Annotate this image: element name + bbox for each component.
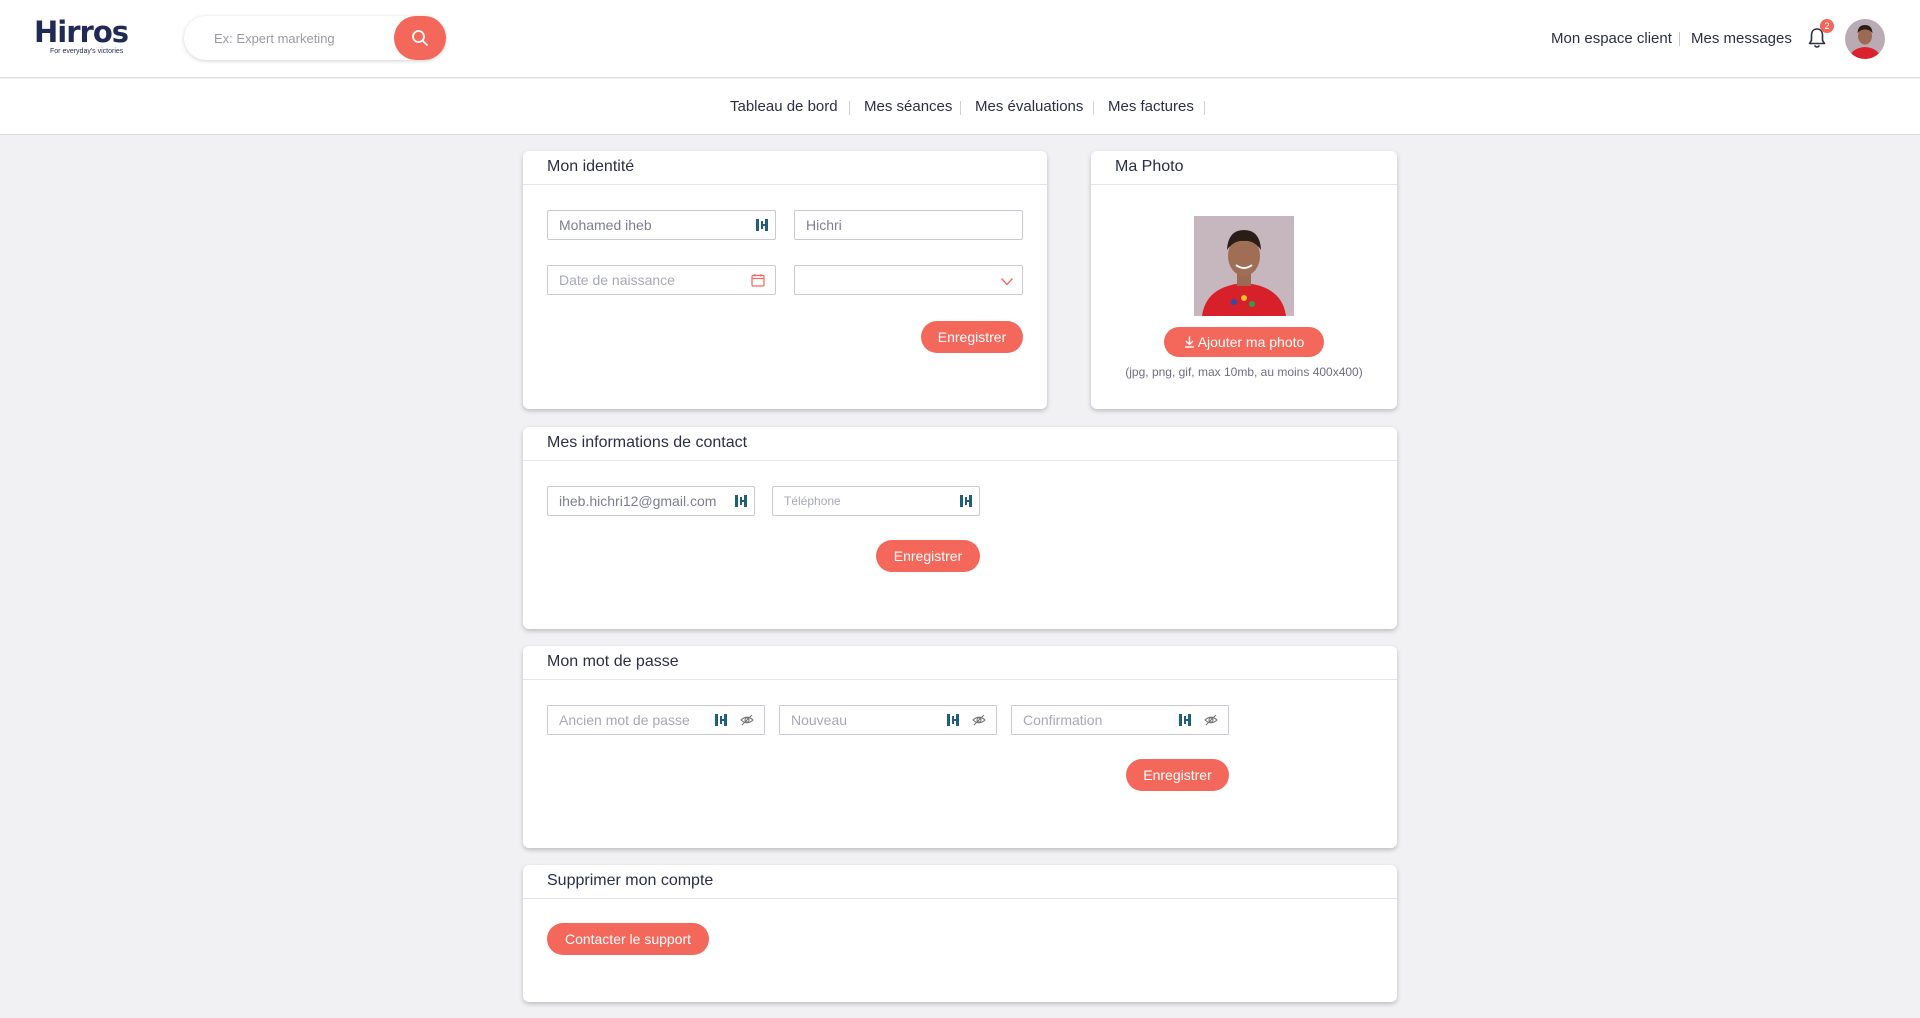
confirm-password-input[interactable] <box>1012 706 1228 734</box>
phone-input[interactable] <box>773 487 979 515</box>
identity-title: Mon identité <box>523 151 1047 185</box>
first-name-input[interactable] <box>548 211 775 239</box>
contact-support-button[interactable]: Contacter le support <box>547 923 709 955</box>
avatar-image <box>1845 19 1885 59</box>
calendar-icon[interactable] <box>751 273 765 287</box>
delete-account-card: Supprimer mon compte Contacter le suppor… <box>523 865 1397 1002</box>
key-icon[interactable] <box>1178 713 1192 727</box>
hirros-logo[interactable]: Hirros For everyday's victories <box>34 16 144 60</box>
sub-navigation: Tableau de bord Mes séances Mes évaluati… <box>0 79 1920 135</box>
user-avatar[interactable] <box>1845 19 1885 59</box>
profile-photo <box>1194 216 1294 316</box>
key-icon[interactable] <box>959 494 973 508</box>
photo-card: Ma Photo Ajouter ma photo (jpg, png, gif… <box>1091 151 1397 409</box>
password-card: Mon mot de passe Enregistrer <box>523 646 1397 848</box>
chevron-down-icon <box>1001 278 1013 286</box>
photo-format-hint: (jpg, png, gif, max 10mb, au moins 400x4… <box>1125 365 1363 379</box>
logo-tagline: For everyday's victories <box>50 48 124 55</box>
search-bar <box>184 16 446 60</box>
contact-card: Mes informations de contact Enregistrer <box>523 427 1397 629</box>
search-button[interactable] <box>394 16 446 60</box>
save-identity-button[interactable]: Enregistrer <box>921 321 1023 353</box>
birthdate-field <box>547 265 776 295</box>
eye-off-icon[interactable] <box>740 713 754 727</box>
birthdate-input[interactable] <box>548 266 775 294</box>
profile-photo-image <box>1194 216 1294 316</box>
eye-off-icon[interactable] <box>972 713 986 727</box>
email-field <box>547 486 755 516</box>
logo-wordmark: Hirros <box>34 15 129 49</box>
new-password-field <box>779 705 997 735</box>
search-input[interactable] <box>184 16 394 60</box>
save-password-button[interactable]: Enregistrer <box>1126 759 1229 791</box>
search-icon <box>412 30 428 46</box>
delete-account-title: Supprimer mon compte <box>523 865 1397 899</box>
tab-invoices[interactable]: Mes factures <box>1108 98 1194 115</box>
last-name-input[interactable] <box>795 211 1022 239</box>
subnav-divider <box>849 101 850 115</box>
old-password-field <box>547 705 765 735</box>
add-photo-button[interactable]: Ajouter ma photo <box>1164 327 1324 357</box>
gender-select[interactable] <box>794 265 1023 295</box>
subnav-divider <box>1093 101 1094 115</box>
email-input[interactable] <box>548 487 754 515</box>
key-icon[interactable] <box>755 218 769 232</box>
contact-title: Mes informations de contact <box>523 427 1397 461</box>
eye-off-icon[interactable] <box>1204 713 1218 727</box>
password-title: Mon mot de passe <box>523 646 1397 680</box>
tab-dashboard[interactable]: Tableau de bord <box>730 98 838 115</box>
download-icon <box>1184 336 1194 348</box>
key-icon[interactable] <box>734 494 748 508</box>
subnav-divider <box>1204 101 1205 115</box>
top-link-divider <box>1679 32 1680 46</box>
old-password-input[interactable] <box>548 706 764 734</box>
last-name-field <box>794 210 1023 240</box>
notification-badge: 2 <box>1820 19 1834 33</box>
top-header: Hirros For everyday's victories Mon espa… <box>0 0 1920 78</box>
tab-sessions[interactable]: Mes séances <box>864 98 952 115</box>
my-messages-link[interactable]: Mes messages <box>1691 30 1792 47</box>
save-contact-button[interactable]: Enregistrer <box>876 540 980 572</box>
first-name-field <box>547 210 776 240</box>
confirm-password-field <box>1011 705 1229 735</box>
new-password-input[interactable] <box>780 706 996 734</box>
my-client-space-link[interactable]: Mon espace client <box>1551 30 1672 47</box>
photo-title: Ma Photo <box>1091 151 1397 185</box>
key-icon[interactable] <box>714 713 728 727</box>
add-photo-label: Ajouter ma photo <box>1197 334 1305 350</box>
subnav-divider <box>960 101 961 115</box>
identity-card: Mon identité Enregistrer <box>523 151 1047 409</box>
phone-field <box>772 486 980 516</box>
key-icon[interactable] <box>946 713 960 727</box>
tab-evaluations[interactable]: Mes évaluations <box>975 98 1083 115</box>
